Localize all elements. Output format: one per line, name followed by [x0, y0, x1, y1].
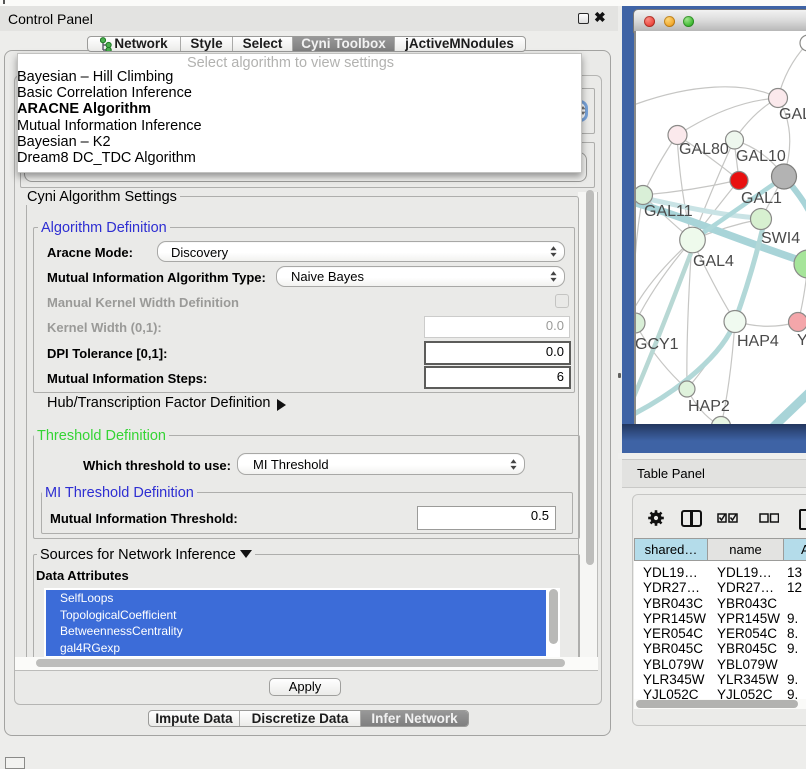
- svg-text:GAL4: GAL4: [693, 253, 734, 270]
- svg-text:GAL7: GAL7: [779, 106, 806, 123]
- svg-text:GAL11: GAL11: [644, 203, 693, 220]
- svg-text:Y: Y: [797, 332, 806, 349]
- svg-text:HAP2: HAP2: [688, 398, 730, 415]
- svg-text:GAL80: GAL80: [679, 141, 729, 158]
- svg-text:GCY1: GCY1: [636, 336, 679, 353]
- svg-text:SWI4: SWI4: [761, 230, 800, 247]
- svg-text:GAL1: GAL1: [741, 190, 782, 207]
- svg-text:GAL10: GAL10: [736, 148, 786, 165]
- svg-text:HAP4: HAP4: [737, 333, 779, 350]
